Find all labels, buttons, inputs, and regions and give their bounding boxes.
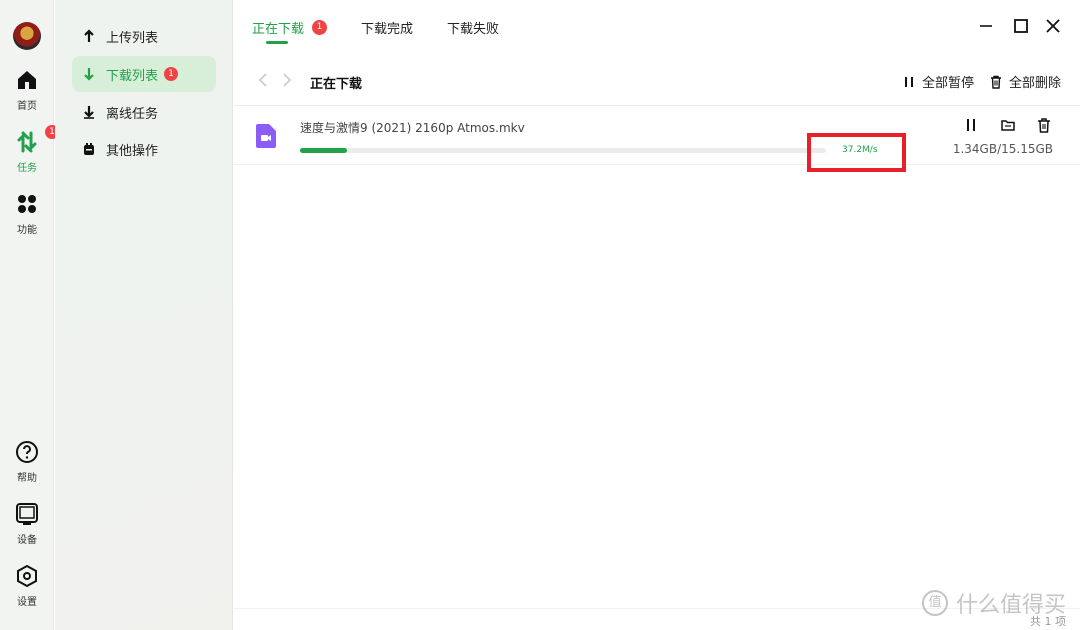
watermark-logo: 值 <box>921 590 948 616</box>
tab-badge: 1 <box>312 19 328 35</box>
maximize-icon[interactable] <box>1013 18 1029 34</box>
avatar[interactable] <box>13 22 41 50</box>
download-count-badge: 1 <box>164 67 179 81</box>
progress-fill <box>300 148 347 153</box>
pause-all-button[interactable]: 全部暂停 <box>902 72 974 91</box>
pause-download-icon[interactable] <box>963 117 979 133</box>
rail-item-settings[interactable]: 设置 <box>0 564 54 608</box>
upload-arrow-icon <box>82 29 96 43</box>
sidebar-item-other-ops[interactable]: 其他操作 <box>72 131 216 167</box>
rail-label: 功能 <box>17 225 37 236</box>
minimize-icon[interactable] <box>978 18 994 34</box>
apps-grid-icon <box>15 192 39 216</box>
list-toolbar: 正在下载 全部暂停 全部删除 <box>234 60 1080 106</box>
tab-label: 下载完成 <box>361 21 414 37</box>
trash-icon <box>991 75 1001 89</box>
device-icon <box>15 502 39 526</box>
task-transfer-icon: 1 <box>15 125 59 154</box>
settings-icon <box>15 564 39 588</box>
sidebar-item-upload-list[interactable]: 上传列表 <box>72 18 216 54</box>
icon-rail: 首页 1 任务 功能 帮助 设备 设置 <box>0 0 59 630</box>
delete-all-label: 全部删除 <box>1009 76 1062 91</box>
rail-label: 设备 <box>17 535 37 546</box>
rail-label: 任务 <box>17 163 37 174</box>
sidebar-item-label: 其他操作 <box>106 143 159 159</box>
pause-icon <box>905 76 913 87</box>
sidebar-item-label: 上传列表 <box>106 30 159 46</box>
page-title: 正在下载 <box>310 77 363 92</box>
delete-download-icon[interactable] <box>1036 117 1052 133</box>
download-arrow-icon <box>82 67 96 81</box>
tab-label: 下载失败 <box>447 21 500 37</box>
offline-download-icon <box>82 105 96 119</box>
rail-item-device[interactable]: 设备 <box>0 502 54 546</box>
tab-completed[interactable]: 下载完成 <box>361 17 413 37</box>
rail-item-help[interactable]: 帮助 <box>0 440 54 484</box>
close-icon[interactable] <box>1045 18 1061 34</box>
sidebar-item-offline-tasks[interactable]: 离线任务 <box>72 94 216 130</box>
rail-label: 首页 <box>17 101 37 112</box>
download-tabs: 正在下载 1 下载完成 下载失败 <box>252 17 533 44</box>
rail-label: 设置 <box>17 597 37 608</box>
sidebar-item-label: 离线任务 <box>106 106 159 122</box>
transfer-sidebar: 上传列表 下载列表 1 离线任务 其他操作 <box>55 0 233 630</box>
status-bar: 值 什么值得买 共 1 项 <box>234 590 1080 630</box>
back-arrow-icon[interactable] <box>256 72 270 88</box>
open-folder-icon[interactable] <box>1000 117 1016 133</box>
tab-failed[interactable]: 下载失败 <box>447 17 499 37</box>
main-panel: 正在下载 1 下载完成 下载失败 正在下载 全部暂停 全部删除 速度与激情9 (… <box>234 0 1080 630</box>
pause-all-label: 全部暂停 <box>922 76 975 91</box>
delete-all-button[interactable]: 全部删除 <box>989 72 1061 91</box>
home-icon <box>15 68 39 92</box>
download-progress-bar <box>300 148 826 153</box>
speed-highlight-box <box>807 133 906 172</box>
sidebar-item-download-list[interactable]: 下载列表 1 <box>72 56 216 92</box>
download-size: 1.34GB/15.15GB <box>952 142 1053 156</box>
sidebar-item-label: 下载列表 <box>106 68 159 84</box>
rail-item-features[interactable]: 功能 <box>0 192 54 236</box>
file-name: 速度与激情9 (2021) 2160p Atmos.mkv <box>300 121 525 135</box>
item-count: 共 1 项 <box>1030 615 1066 628</box>
rail-item-home[interactable]: 首页 <box>0 68 54 112</box>
other-ops-icon <box>82 142 96 156</box>
help-icon <box>15 440 39 464</box>
forward-arrow-icon[interactable] <box>280 72 294 88</box>
video-file-icon <box>256 124 276 148</box>
tab-label: 正在下载 <box>252 21 305 37</box>
rail-label: 帮助 <box>17 473 37 484</box>
download-row[interactable]: 速度与激情9 (2021) 2160p Atmos.mkv 37.2M/s 1.… <box>234 107 1080 172</box>
tab-downloading[interactable]: 正在下载 1 <box>252 17 328 44</box>
rail-item-tasks[interactable]: 1 任务 <box>0 125 59 174</box>
